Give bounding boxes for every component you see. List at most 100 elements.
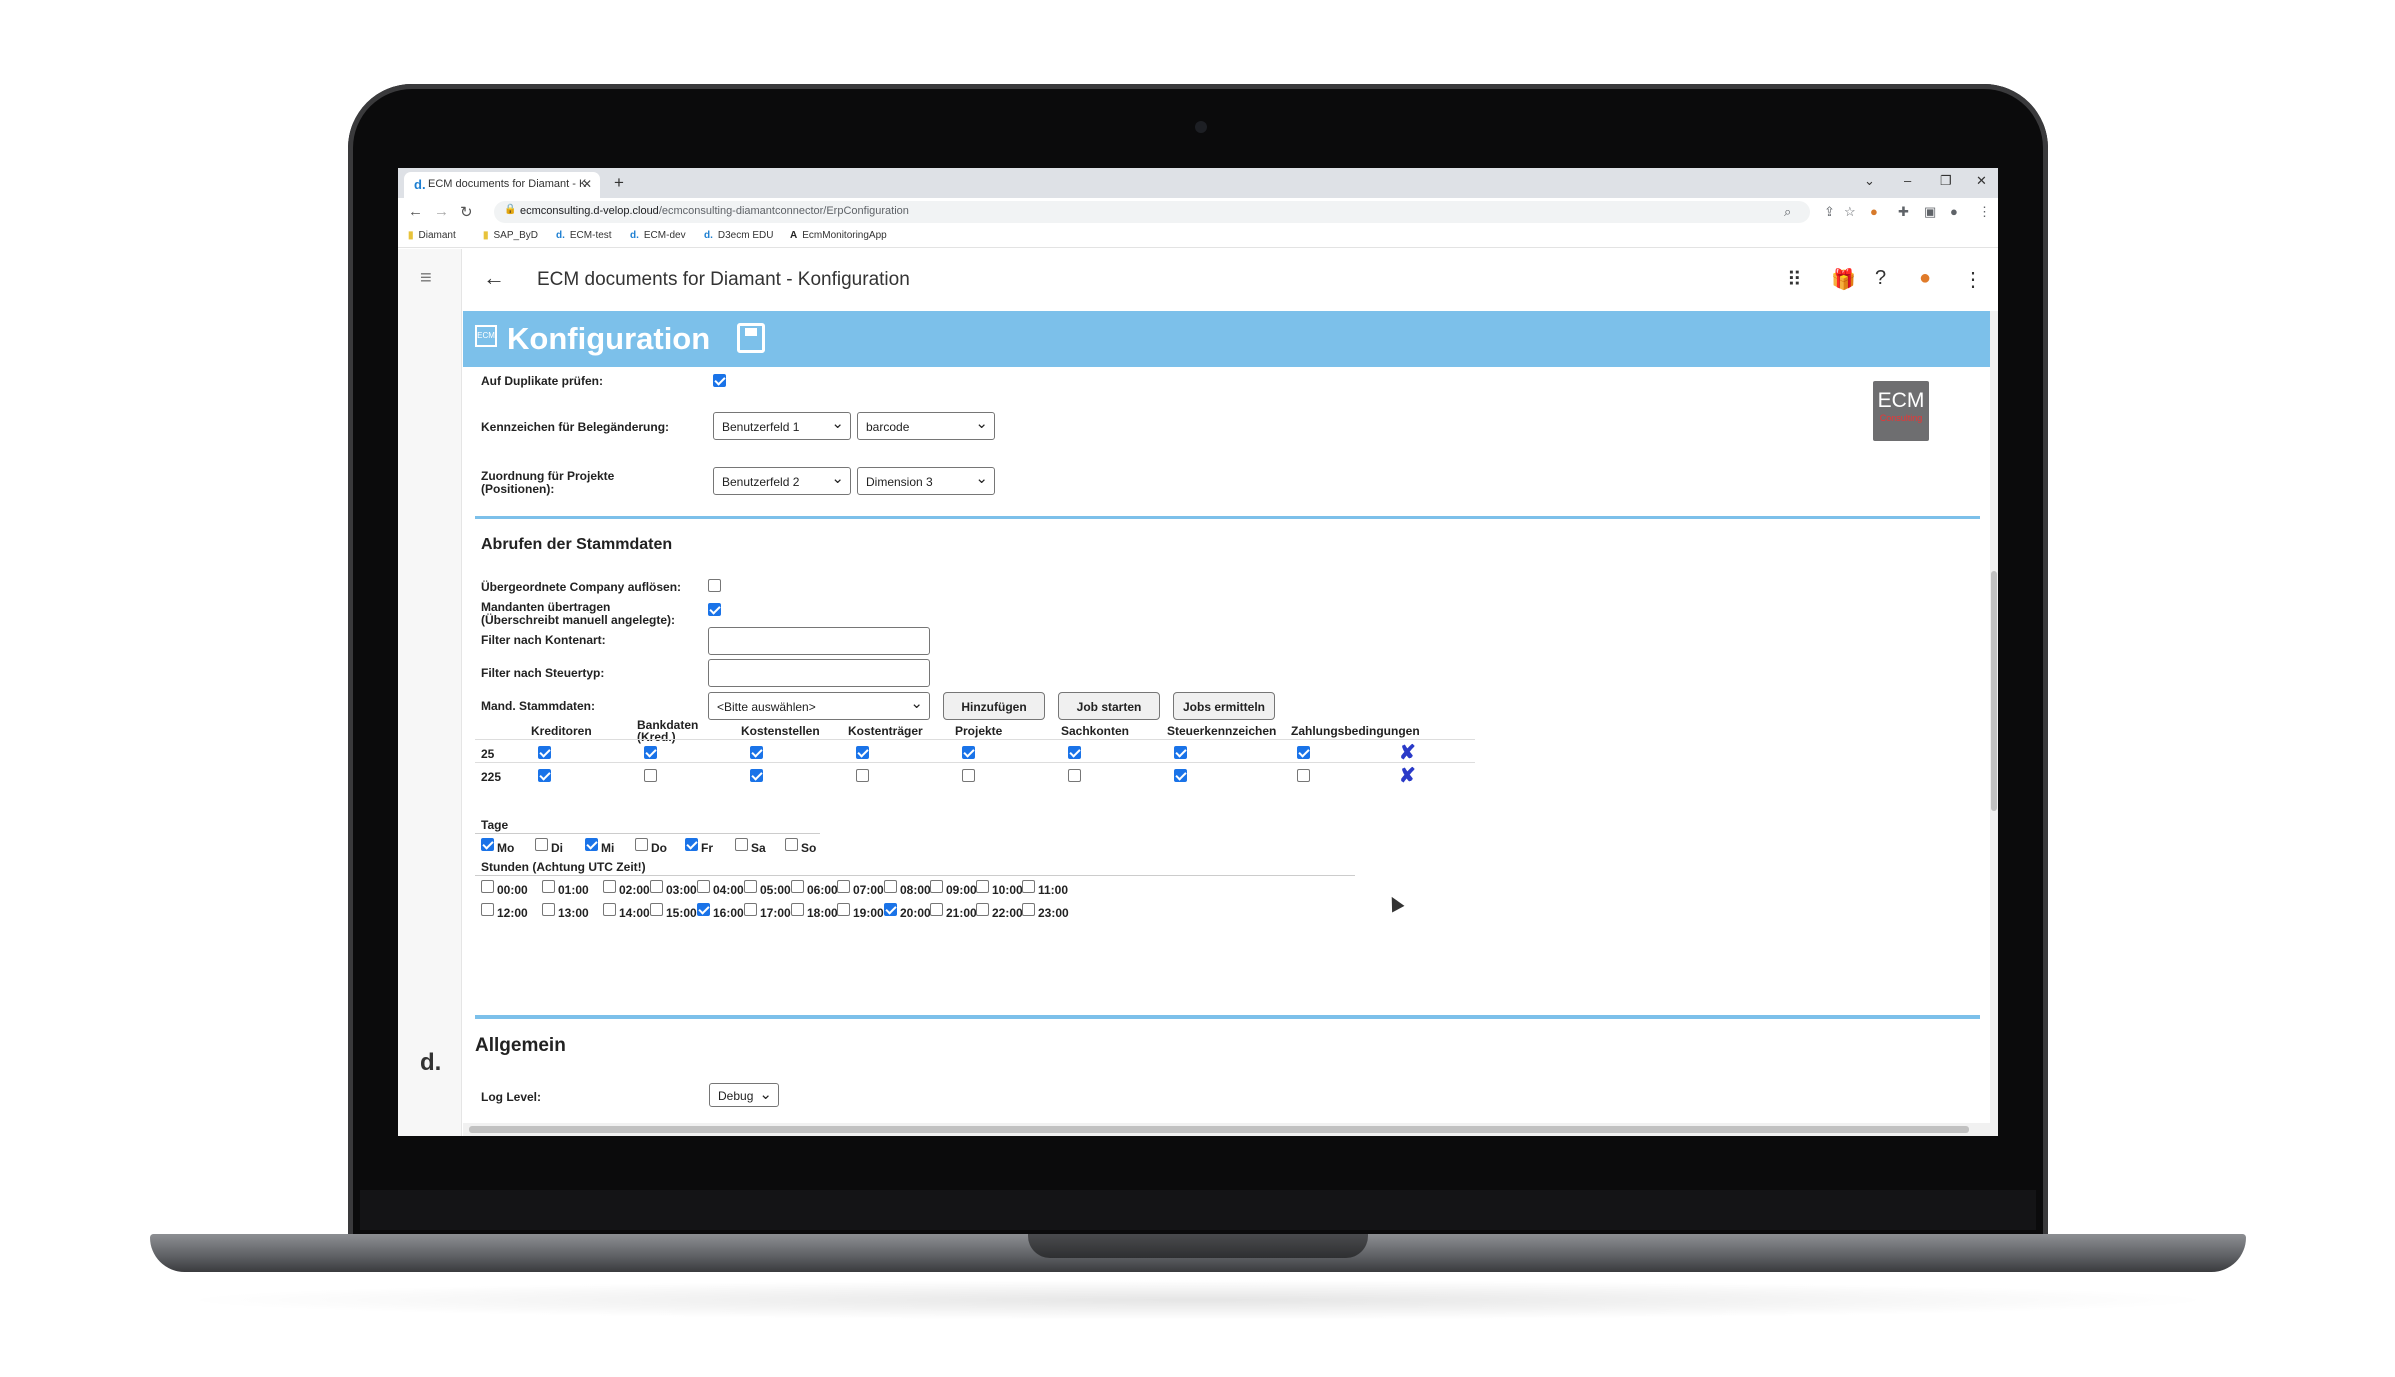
hour-1000-checkbox[interactable] <box>976 880 989 893</box>
help-icon[interactable]: ? <box>1875 267 1886 290</box>
mandants-checkbox[interactable] <box>708 603 721 616</box>
browser-menu-icon[interactable]: ⋮ <box>1978 204 1991 220</box>
row-25-bankdaten-checkbox[interactable] <box>644 746 657 759</box>
change-flag-field-select[interactable]: Benutzerfeld 1 <box>713 412 851 440</box>
scroll-thumb[interactable] <box>469 1126 1969 1133</box>
change-flag-target-select[interactable]: barcode <box>857 412 995 440</box>
row-25-kostentraeger-checkbox[interactable] <box>856 746 869 759</box>
hour-0500-checkbox[interactable] <box>744 880 757 893</box>
hour-1400-checkbox[interactable] <box>603 903 616 916</box>
hour-0100-checkbox[interactable] <box>542 880 555 893</box>
apps-grid-icon[interactable]: ⠿ <box>1787 267 1802 292</box>
scroll-thumb[interactable] <box>1991 571 1997 811</box>
hour-0000-checkbox[interactable] <box>481 880 494 893</box>
log-level-select[interactable]: Debug <box>709 1083 779 1107</box>
start-job-button[interactable]: Job starten <box>1058 692 1160 720</box>
hour-1200-checkbox[interactable] <box>481 903 494 916</box>
day-di-checkbox[interactable] <box>535 838 548 851</box>
hour-2200-checkbox[interactable] <box>976 903 989 916</box>
maximize-icon[interactable]: ❐ <box>1940 173 1952 189</box>
hamburger-menu-icon[interactable]: ≡ <box>420 267 432 290</box>
hour-0300-checkbox[interactable] <box>650 880 663 893</box>
row-25-projekte-checkbox[interactable] <box>962 746 975 759</box>
hour-1900-checkbox[interactable] <box>837 903 850 916</box>
row-225-kreditoren-checkbox[interactable] <box>538 769 551 782</box>
row-25-kreditoren-checkbox[interactable] <box>538 746 551 759</box>
profile-icon[interactable]: ● <box>1950 204 1958 219</box>
mand-select[interactable]: <Bitte auswählen> <box>708 692 930 720</box>
row-25-steuer-checkbox[interactable] <box>1174 746 1187 759</box>
day-so-checkbox[interactable] <box>785 838 798 851</box>
day-mi-checkbox[interactable] <box>585 838 598 851</box>
row-225-bankdaten-checkbox[interactable] <box>644 769 657 782</box>
day-sa-checkbox[interactable] <box>735 838 748 851</box>
hour-1800-checkbox[interactable] <box>791 903 804 916</box>
tab-search-icon[interactable]: ⌄ <box>1864 173 1875 189</box>
hour-0800-checkbox[interactable] <box>884 880 897 893</box>
filter-tax-input[interactable] <box>708 659 930 687</box>
forward-icon[interactable]: → <box>434 203 449 220</box>
close-tab-icon[interactable]: ✕ <box>582 177 592 191</box>
hour-0900-checkbox[interactable] <box>930 880 943 893</box>
bookmark-diamant[interactable]: ▮ Diamant <box>408 230 456 241</box>
hour-1700-checkbox[interactable] <box>744 903 757 916</box>
dvelop-logo[interactable]: d. <box>420 1049 441 1077</box>
bookmark-d3ecm-edu[interactable]: d. D3ecm EDU <box>704 230 773 241</box>
duplicates-checkbox[interactable] <box>713 374 726 387</box>
hour-0600-checkbox[interactable] <box>791 880 804 893</box>
row-225-sachkonten-checkbox[interactable] <box>1068 769 1081 782</box>
parent-company-checkbox[interactable] <box>708 579 721 592</box>
puzzle-icon[interactable]: ✚ <box>1898 204 1909 220</box>
hour-2100-checkbox[interactable] <box>930 903 943 916</box>
horizontal-scrollbar[interactable] <box>463 1123 1998 1136</box>
sidepanel-icon[interactable]: ▣ <box>1924 204 1936 220</box>
delete-row-icon[interactable]: ✘ <box>1399 743 1416 763</box>
row-225-kostenstellen-checkbox[interactable] <box>750 769 763 782</box>
address-bar[interactable]: 🔒 ecmconsulting.d-velop.cloud/ecmconsult… <box>494 201 1810 223</box>
vertical-scrollbar[interactable] <box>1990 311 1998 1123</box>
bookmark-sap[interactable]: ▮ SAP_ByD <box>483 230 538 241</box>
hour-1100-checkbox[interactable] <box>1022 880 1035 893</box>
hour-0700-checkbox[interactable] <box>837 880 850 893</box>
row-25-kostenstellen-checkbox[interactable] <box>750 746 763 759</box>
back-icon[interactable]: ← <box>408 203 423 220</box>
zoom-icon[interactable]: ⌕ <box>1784 204 1791 220</box>
day-fr-checkbox[interactable] <box>685 838 698 851</box>
row-25-zahlung-checkbox[interactable] <box>1297 746 1310 759</box>
hour-1500-checkbox[interactable] <box>650 903 663 916</box>
filter-account-input[interactable] <box>708 627 930 655</box>
project-dimension-select[interactable]: Dimension 3 <box>857 467 995 495</box>
close-window-icon[interactable]: ✕ <box>1976 173 1987 189</box>
share-icon[interactable]: ⇪ <box>1824 204 1835 220</box>
hour-2000-checkbox[interactable] <box>884 903 897 916</box>
hour-1300-checkbox[interactable] <box>542 903 555 916</box>
hour-1600-checkbox[interactable] <box>697 903 710 916</box>
more-menu-icon[interactable]: ⋮ <box>1963 267 1983 292</box>
gift-icon[interactable]: 🎁 <box>1831 267 1856 292</box>
back-arrow-icon[interactable]: ← <box>483 265 505 291</box>
save-icon[interactable] <box>737 323 765 353</box>
new-tab-icon[interactable]: + <box>614 173 624 193</box>
browser-tab[interactable]: d. ECM documents for Diamant - K ✕ <box>404 172 600 198</box>
hour-0400-checkbox[interactable] <box>697 880 710 893</box>
add-button[interactable]: Hinzufügen <box>943 692 1045 720</box>
delete-row-icon[interactable]: ✘ <box>1399 766 1416 786</box>
day-do-checkbox[interactable] <box>635 838 648 851</box>
minimize-icon[interactable]: – <box>1904 173 1911 188</box>
extension-icon[interactable]: ● <box>1870 204 1878 219</box>
row-225-kostentraeger-checkbox[interactable] <box>856 769 869 782</box>
day-mo-checkbox[interactable] <box>481 838 494 851</box>
hour-2300-checkbox[interactable] <box>1022 903 1035 916</box>
row-225-steuer-checkbox[interactable] <box>1174 769 1187 782</box>
reload-icon[interactable]: ↻ <box>460 203 473 221</box>
bookmark-monitoring[interactable]: A EcmMonitoringApp <box>790 230 887 241</box>
bookmark-ecm-dev[interactable]: d. ECM-dev <box>630 230 686 241</box>
row-25-sachkonten-checkbox[interactable] <box>1068 746 1081 759</box>
get-jobs-button[interactable]: Jobs ermitteln <box>1173 692 1275 720</box>
user-avatar-icon[interactable]: ● <box>1919 267 1931 290</box>
project-field-select[interactable]: Benutzerfeld 2 <box>713 467 851 495</box>
star-icon[interactable]: ☆ <box>1844 204 1856 220</box>
row-225-projekte-checkbox[interactable] <box>962 769 975 782</box>
hour-0200-checkbox[interactable] <box>603 880 616 893</box>
row-225-zahlung-checkbox[interactable] <box>1297 769 1310 782</box>
